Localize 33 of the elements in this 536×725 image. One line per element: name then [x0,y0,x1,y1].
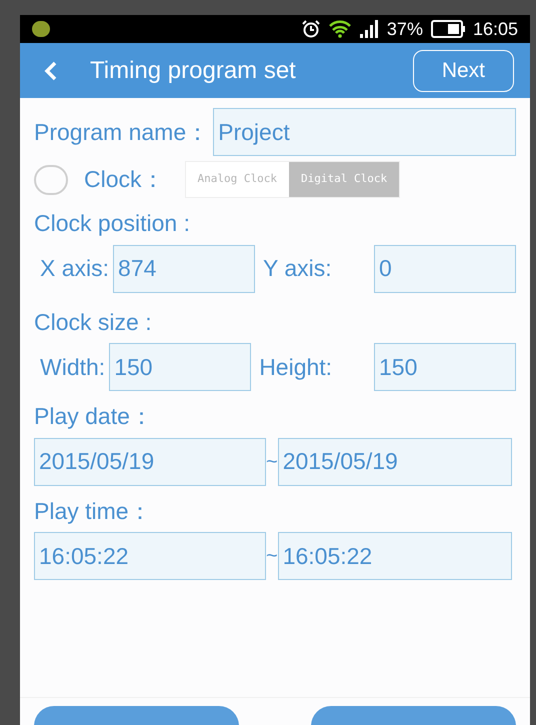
section-label: Play date： [34,402,154,431]
text-field[interactable]: Project [213,108,516,156]
section-label: Clock size : [34,308,153,336]
clock-time: 16:05 [472,18,518,40]
text-field[interactable]: 150 [374,343,516,391]
header-title: Timing program set [90,56,296,86]
clock-type-segment[interactable]: Digital Clock [289,162,400,197]
text-field[interactable]: 150 [109,343,252,391]
clock-label: Clock： [84,165,165,194]
text-field[interactable]: 2015/05/19 [278,438,512,486]
battery-icon [430,20,465,38]
clock-radio[interactable] [34,164,68,194]
text-field[interactable]: 2015/05/19 [34,438,266,486]
range-separator: ~ [266,544,278,569]
field-label: Program name： [34,118,210,147]
field-label: X axis: [40,254,110,284]
back-icon [44,60,58,80]
field-label: Height: [259,352,332,382]
signal-icon [358,20,379,38]
field-label: Width: [40,352,106,382]
next-button[interactable]: Next [412,50,514,92]
section-label: Play time： [34,496,153,526]
text-field[interactable]: 0 [374,244,516,292]
range-separator: ~ [266,450,278,474]
wifi-icon [328,20,351,38]
text-field[interactable]: 874 [113,244,256,292]
text-field[interactable]: 16:05:22 [278,532,512,580]
field-label: Y axis: [263,254,332,284]
alarm-icon [300,20,321,38]
app-notification-icon [32,21,50,37]
text-field[interactable]: 16:05:22 [34,532,266,580]
section-label: Clock position : [34,209,191,238]
battery-percentage: 37% [386,18,423,40]
